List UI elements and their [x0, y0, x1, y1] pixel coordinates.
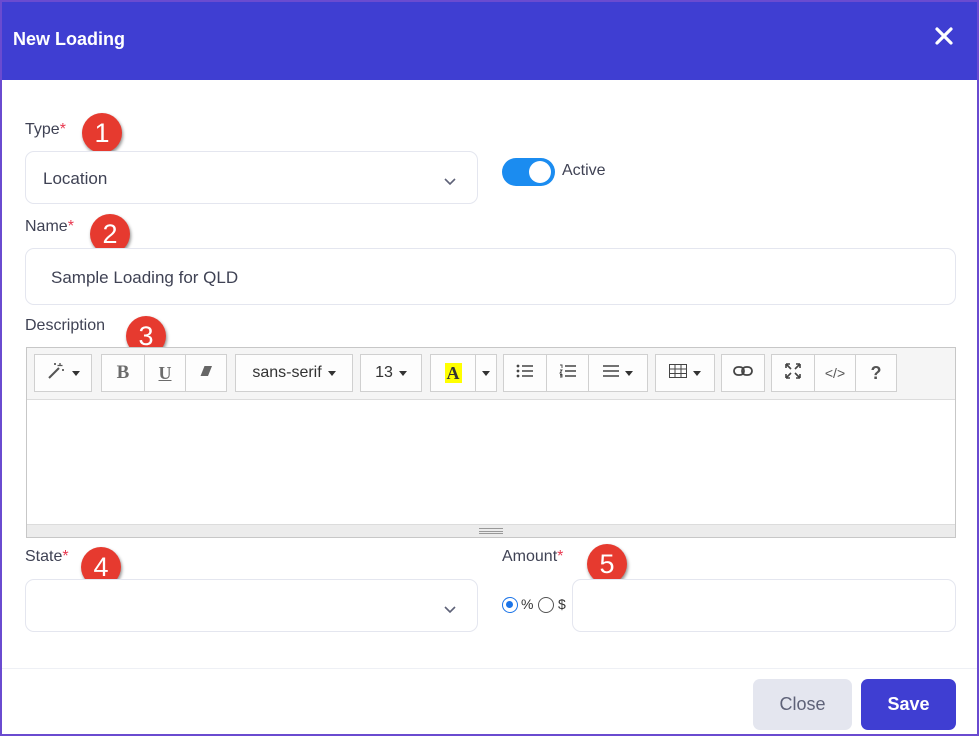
- state-label-text: State: [25, 548, 63, 565]
- amount-label: Amount*: [502, 548, 563, 566]
- eraser-icon: [198, 364, 214, 383]
- description-label: Description: [25, 317, 106, 334]
- bold-button[interactable]: B: [101, 354, 145, 392]
- description-editor: B U sans-serif 13 A </> ?: [26, 347, 956, 538]
- font-size-value: 13: [375, 364, 393, 381]
- footer-divider: [2, 668, 977, 669]
- type-select[interactable]: Location: [25, 151, 478, 204]
- ordered-list-icon: [558, 364, 577, 383]
- state-select[interactable]: [25, 579, 478, 632]
- chevron-down-icon: [443, 174, 457, 186]
- new-loading-dialog: New Loading Type* 1 Location Active Name…: [0, 0, 979, 736]
- type-label-text: Type: [25, 121, 60, 138]
- font-family-select[interactable]: sans-serif: [235, 354, 353, 392]
- unordered-list-button[interactable]: [503, 354, 547, 392]
- state-label: State*: [25, 548, 69, 566]
- dollar-radio-label: $: [558, 596, 566, 612]
- fullscreen-button[interactable]: [771, 354, 815, 392]
- magic-wand-icon: [46, 362, 66, 385]
- editor-resize-bar[interactable]: [27, 524, 955, 537]
- ordered-list-button[interactable]: [546, 354, 589, 392]
- dollar-radio[interactable]: [538, 597, 554, 613]
- align-icon: [603, 364, 619, 382]
- underline-button[interactable]: U: [144, 354, 186, 392]
- unordered-list-icon: [516, 364, 534, 383]
- fullscreen-icon: [785, 362, 801, 384]
- amount-input[interactable]: [572, 579, 956, 632]
- resize-grip-icon[interactable]: [479, 528, 503, 534]
- required-mark: *: [59, 121, 66, 138]
- type-select-value: Location: [43, 169, 108, 188]
- toggle-knob: [529, 161, 551, 183]
- required-mark: *: [62, 548, 69, 565]
- amount-label-text: Amount: [502, 548, 558, 565]
- table-button[interactable]: [655, 354, 715, 392]
- dialog-header: New Loading: [2, 2, 977, 80]
- close-icon[interactable]: [930, 22, 958, 50]
- eraser-button[interactable]: [185, 354, 227, 392]
- name-label: Name*: [25, 218, 74, 236]
- annotation-badge-5: 5: [587, 544, 627, 584]
- save-button[interactable]: Save: [861, 679, 956, 730]
- text-color-letter: A: [444, 363, 462, 383]
- name-input[interactable]: Sample Loading for QLD: [25, 248, 956, 305]
- align-button[interactable]: [588, 354, 648, 392]
- percent-radio-label: %: [521, 596, 534, 612]
- name-input-value: Sample Loading for QLD: [51, 268, 239, 287]
- font-family-value: sans-serif: [252, 364, 322, 381]
- font-size-select[interactable]: 13: [360, 354, 422, 392]
- type-label: Type*: [25, 121, 66, 139]
- text-color-dropdown[interactable]: [475, 354, 497, 392]
- editor-toolbar: B U sans-serif 13 A </> ?: [27, 348, 955, 400]
- close-button[interactable]: Close: [753, 679, 852, 730]
- required-mark: *: [557, 548, 564, 565]
- required-mark: *: [67, 218, 74, 235]
- magic-wand-button[interactable]: [34, 354, 92, 392]
- help-button[interactable]: ?: [855, 354, 897, 392]
- link-button[interactable]: [721, 354, 765, 392]
- table-icon: [669, 363, 687, 383]
- text-color-button[interactable]: A: [430, 354, 476, 392]
- link-icon: [733, 364, 753, 382]
- name-label-text: Name: [25, 218, 68, 235]
- percent-radio[interactable]: [502, 597, 518, 613]
- active-toggle[interactable]: [502, 158, 555, 186]
- code-view-button[interactable]: </>: [814, 354, 856, 392]
- active-label: Active: [562, 162, 606, 179]
- description-content[interactable]: [27, 401, 955, 523]
- chevron-down-icon: [443, 602, 457, 614]
- dialog-title: New Loading: [13, 29, 125, 49]
- annotation-badge-1: 1: [82, 113, 122, 153]
